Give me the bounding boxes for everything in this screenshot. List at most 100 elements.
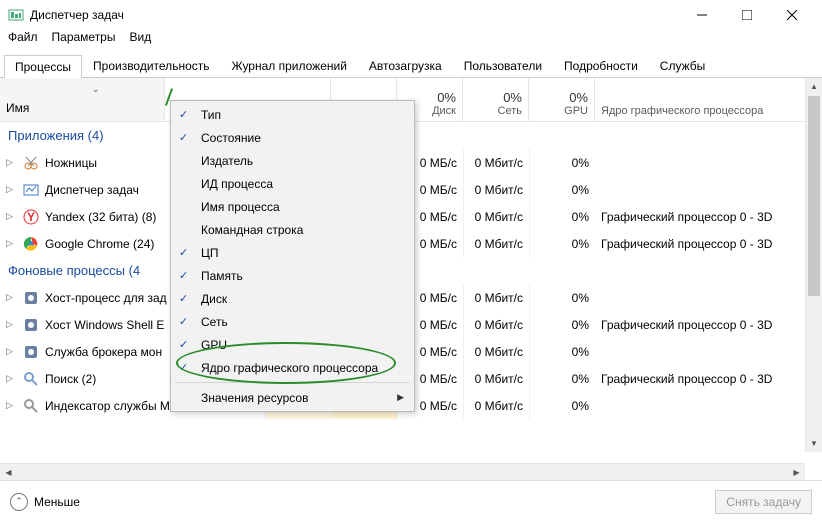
horizontal-scrollbar[interactable]: ◀ ▶ <box>0 463 805 480</box>
column-name-label: Имя <box>6 101 29 115</box>
tab-startup[interactable]: Автозагрузка <box>358 54 453 77</box>
cell-gpu-core <box>595 149 822 176</box>
menu-item-label: ЦП <box>201 246 219 260</box>
scroll-up-icon[interactable]: ▲ <box>806 78 822 95</box>
menu-item[interactable]: Командная строка <box>173 218 412 241</box>
menu-item[interactable]: ✓Ядро графического процессора <box>173 356 412 379</box>
menu-item[interactable]: Издатель <box>173 149 412 172</box>
check-icon: ✓ <box>179 361 188 374</box>
tab-details[interactable]: Подробности <box>553 54 649 77</box>
menu-item[interactable]: ✓Диск <box>173 287 412 310</box>
end-task-button[interactable]: Снять задачу <box>715 490 812 514</box>
expand-icon[interactable]: ▷ <box>6 211 14 222</box>
cell-net: 0 Мбит/c <box>463 176 529 203</box>
expand-icon[interactable]: ▷ <box>6 292 14 303</box>
process-icon <box>23 236 39 252</box>
expand-icon[interactable]: ▷ <box>6 373 14 384</box>
menu-view[interactable]: Вид <box>129 30 151 50</box>
sort-indicator-icon: ⌄ <box>92 84 100 95</box>
menu-item[interactable]: ИД процесса <box>173 172 412 195</box>
cell-gpu: 0% <box>529 338 595 365</box>
column-header-name[interactable]: ⌄ Имя <box>0 78 165 121</box>
cell-gpu-core <box>595 392 822 419</box>
vertical-scrollbar[interactable]: ▲ ▼ <box>805 78 822 452</box>
menubar: Файл Параметры Вид <box>0 30 822 50</box>
cell-gpu: 0% <box>529 230 595 257</box>
cell-net: 0 Мбит/c <box>463 284 529 311</box>
process-name: Yandex (32 бита) (8) <box>45 210 156 224</box>
process-name: Поиск (2) <box>45 372 96 386</box>
cell-net: 0 Мбит/c <box>463 338 529 365</box>
chevron-up-icon: ⌃ <box>10 493 28 511</box>
expand-icon[interactable]: ▷ <box>6 184 14 195</box>
menu-item-label: Память <box>201 269 243 283</box>
maximize-button[interactable] <box>724 1 769 29</box>
check-icon: ✓ <box>179 315 188 328</box>
process-name: Хост-процесс для зад <box>45 291 167 305</box>
fewer-details-button[interactable]: ⌃ Меньше <box>10 493 80 511</box>
process-icon <box>23 398 39 414</box>
menu-item[interactable]: ✓ Память <box>173 264 412 287</box>
close-button[interactable] <box>769 1 814 29</box>
menu-item[interactable]: ✓GPU <box>173 333 412 356</box>
cell-net: 0 Мбит/c <box>463 365 529 392</box>
expand-icon[interactable]: ▷ <box>6 346 14 357</box>
tab-processes[interactable]: Процессы <box>4 55 82 78</box>
menu-item-label: Состояние <box>201 131 261 145</box>
column-context-menu: ✓Тип ✓ Состояние ИздательИД процесса Имя про… <box>170 100 415 412</box>
scroll-down-icon[interactable]: ▼ <box>806 435 822 452</box>
scrollbar-thumb[interactable] <box>808 96 820 296</box>
menu-item[interactable]: ✓Сеть <box>173 310 412 333</box>
cell-net: 0 Мбит/c <box>463 311 529 338</box>
cell-gpu-core <box>595 284 822 311</box>
cell-net: 0 Мбит/c <box>463 392 529 419</box>
scroll-left-icon[interactable]: ◀ <box>0 464 17 480</box>
minimize-button[interactable] <box>679 1 724 29</box>
cell-net: 0 Мбит/c <box>463 230 529 257</box>
tab-app-history[interactable]: Журнал приложений <box>221 54 358 77</box>
process-name: Ножницы <box>45 156 97 170</box>
menu-item[interactable]: Значения ресурсов▶ <box>173 386 412 409</box>
expand-icon[interactable]: ▷ <box>6 157 14 168</box>
titlebar: Диспетчер задач <box>0 0 822 30</box>
check-icon: ✓ <box>179 131 188 144</box>
submenu-arrow-icon: ▶ <box>397 392 404 403</box>
menu-item[interactable]: ✓ Состояние <box>173 126 412 149</box>
expand-icon[interactable]: ▷ <box>6 319 14 330</box>
process-name: Служба брокера мон <box>45 345 162 359</box>
tab-users[interactable]: Пользователи <box>453 54 553 77</box>
cell-gpu-core <box>595 176 822 203</box>
column-header-gpu[interactable]: 0%GPU <box>529 78 595 121</box>
menu-item-label: Имя процесса <box>201 200 280 214</box>
tab-services[interactable]: Службы <box>649 54 716 77</box>
cell-net: 0 Мбит/c <box>463 149 529 176</box>
check-icon: ✓ <box>179 292 188 305</box>
cell-gpu-core: Графический процессор 0 - 3D <box>595 311 822 338</box>
menu-separator <box>175 382 410 383</box>
process-icon <box>23 344 39 360</box>
expand-icon[interactable]: ▷ <box>6 238 14 249</box>
footer-bar: ⌃ Меньше Снять задачу <box>0 480 822 522</box>
menu-options[interactable]: Параметры <box>52 30 116 50</box>
cell-gpu-core: Графический процессор 0 - 3D <box>595 230 822 257</box>
process-icon <box>23 371 39 387</box>
menu-item[interactable]: ✓Тип <box>173 103 412 126</box>
cell-gpu: 0% <box>529 203 595 230</box>
app-icon <box>8 7 24 23</box>
process-name: Диспетчер задач <box>45 183 139 197</box>
menu-file[interactable]: Файл <box>8 30 38 50</box>
process-icon <box>23 290 39 306</box>
process-icon <box>23 155 39 171</box>
column-header-gpu-core[interactable]: Ядро графического процессора <box>595 78 822 121</box>
cell-net: 0 Мбит/c <box>463 203 529 230</box>
menu-item[interactable]: ✓ЦП <box>173 241 412 264</box>
expand-icon[interactable]: ▷ <box>6 400 14 411</box>
tab-performance[interactable]: Производительность <box>82 54 220 77</box>
column-header-network[interactable]: 0%Сеть <box>463 78 529 121</box>
check-icon: ✓ <box>179 269 188 282</box>
cell-gpu-core: Графический процессор 0 - 3D <box>595 365 822 392</box>
menu-item-label: Командная строка <box>201 223 303 237</box>
menu-item[interactable]: Имя процесса <box>173 195 412 218</box>
scroll-right-icon[interactable]: ▶ <box>788 464 805 480</box>
process-icon: Y <box>23 209 39 225</box>
